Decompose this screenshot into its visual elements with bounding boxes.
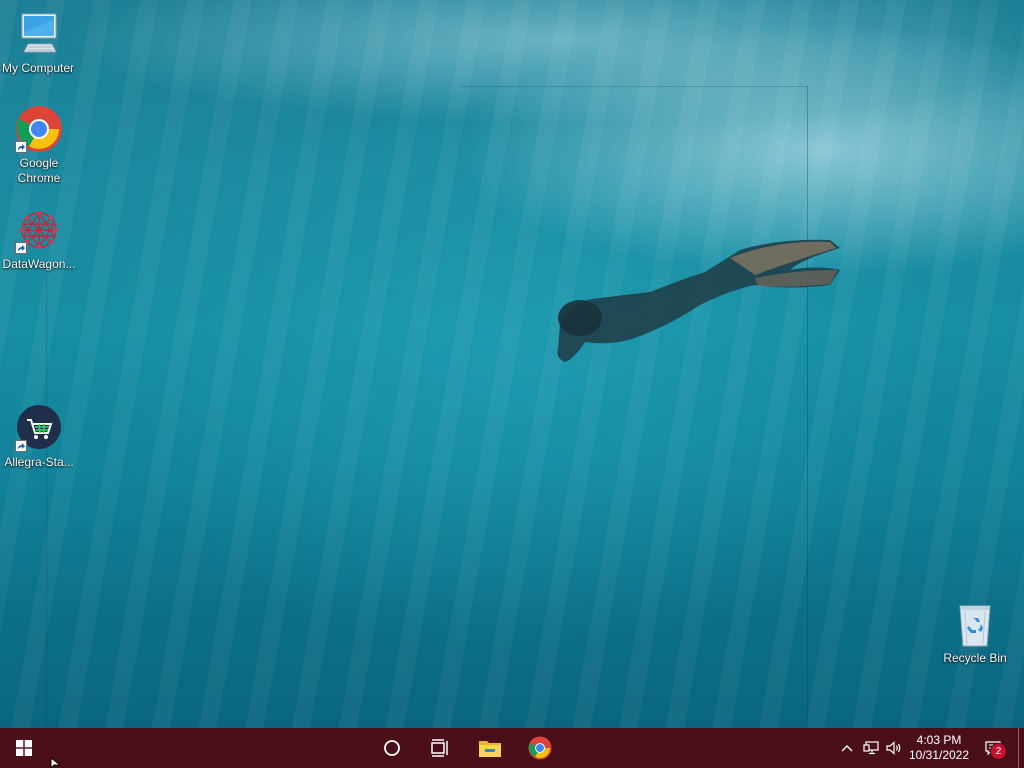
clock-time: 4:03 PM <box>916 733 962 747</box>
show-hidden-icons-button[interactable] <box>836 728 858 768</box>
volume-button[interactable] <box>883 728 905 768</box>
shortcut-arrow-icon <box>15 141 27 153</box>
desktop-icon-label: Allegra-Sta... <box>4 455 74 469</box>
datawagon-icon <box>15 206 63 254</box>
swimmer-silhouette <box>557 239 840 362</box>
cortana-circle-icon <box>384 740 400 756</box>
task-view-icon <box>431 739 448 757</box>
desktop-icon-label: My Computer <box>1 61 75 75</box>
shortcut-arrow-icon <box>15 440 27 452</box>
show-desktop-button[interactable] <box>1018 728 1024 768</box>
desktop-icon-allegra[interactable]: Allegra-Sta... <box>1 404 77 470</box>
wallpaper-edge <box>460 86 808 87</box>
clock-date: 10/31/2022 <box>908 748 970 762</box>
network-button[interactable] <box>860 728 882 768</box>
recycle-bin-icon <box>951 600 999 648</box>
start-button[interactable] <box>0 728 48 768</box>
chrome-icon <box>15 105 63 153</box>
network-icon <box>863 741 879 755</box>
clock-button[interactable]: 4:03 PM 10/31/2022 <box>906 728 972 768</box>
chrome-icon <box>528 736 552 760</box>
desktop-icon-datawagon[interactable]: DataWagon... <box>1 206 77 272</box>
speaker-icon <box>886 741 901 755</box>
folder-icon <box>479 741 501 757</box>
computer-icon <box>14 10 62 58</box>
taskbar: 4:03 PM 10/31/2022 2 <box>0 728 1024 768</box>
chevron-up-icon <box>841 745 853 752</box>
wallpaper-edge <box>807 86 808 728</box>
notification-icon: 2 <box>985 741 1007 760</box>
shortcut-arrow-icon <box>15 242 27 254</box>
desktop-icon-my-computer[interactable]: My Computer <box>0 10 76 76</box>
desktop-icon-label: Google Chrome <box>17 156 61 185</box>
search-button[interactable] <box>368 728 416 768</box>
desktop-icon-label: Recycle Bin <box>943 651 1007 665</box>
desktop-icon-google-chrome[interactable]: Google Chrome <box>1 105 77 186</box>
desktop-icon-recycle-bin[interactable]: Recycle Bin <box>937 600 1013 666</box>
wallpaper-light-rays <box>0 0 1024 728</box>
shopping-cart-icon <box>15 404 63 452</box>
taskbar-file-explorer[interactable] <box>466 728 514 768</box>
mouse-cursor-icon <box>50 758 62 768</box>
desktop: My Computer Google Chrome DataWagon... A… <box>0 0 1024 728</box>
taskbar-google-chrome[interactable] <box>516 728 564 768</box>
wallpaper-edge <box>46 270 47 728</box>
notification-count-badge: 2 <box>990 743 1007 760</box>
action-center-button[interactable]: 2 <box>978 728 1008 768</box>
task-view-button[interactable] <box>416 728 464 768</box>
desktop-icon-label: DataWagon... <box>2 257 76 271</box>
windows-start-icon <box>16 740 32 756</box>
